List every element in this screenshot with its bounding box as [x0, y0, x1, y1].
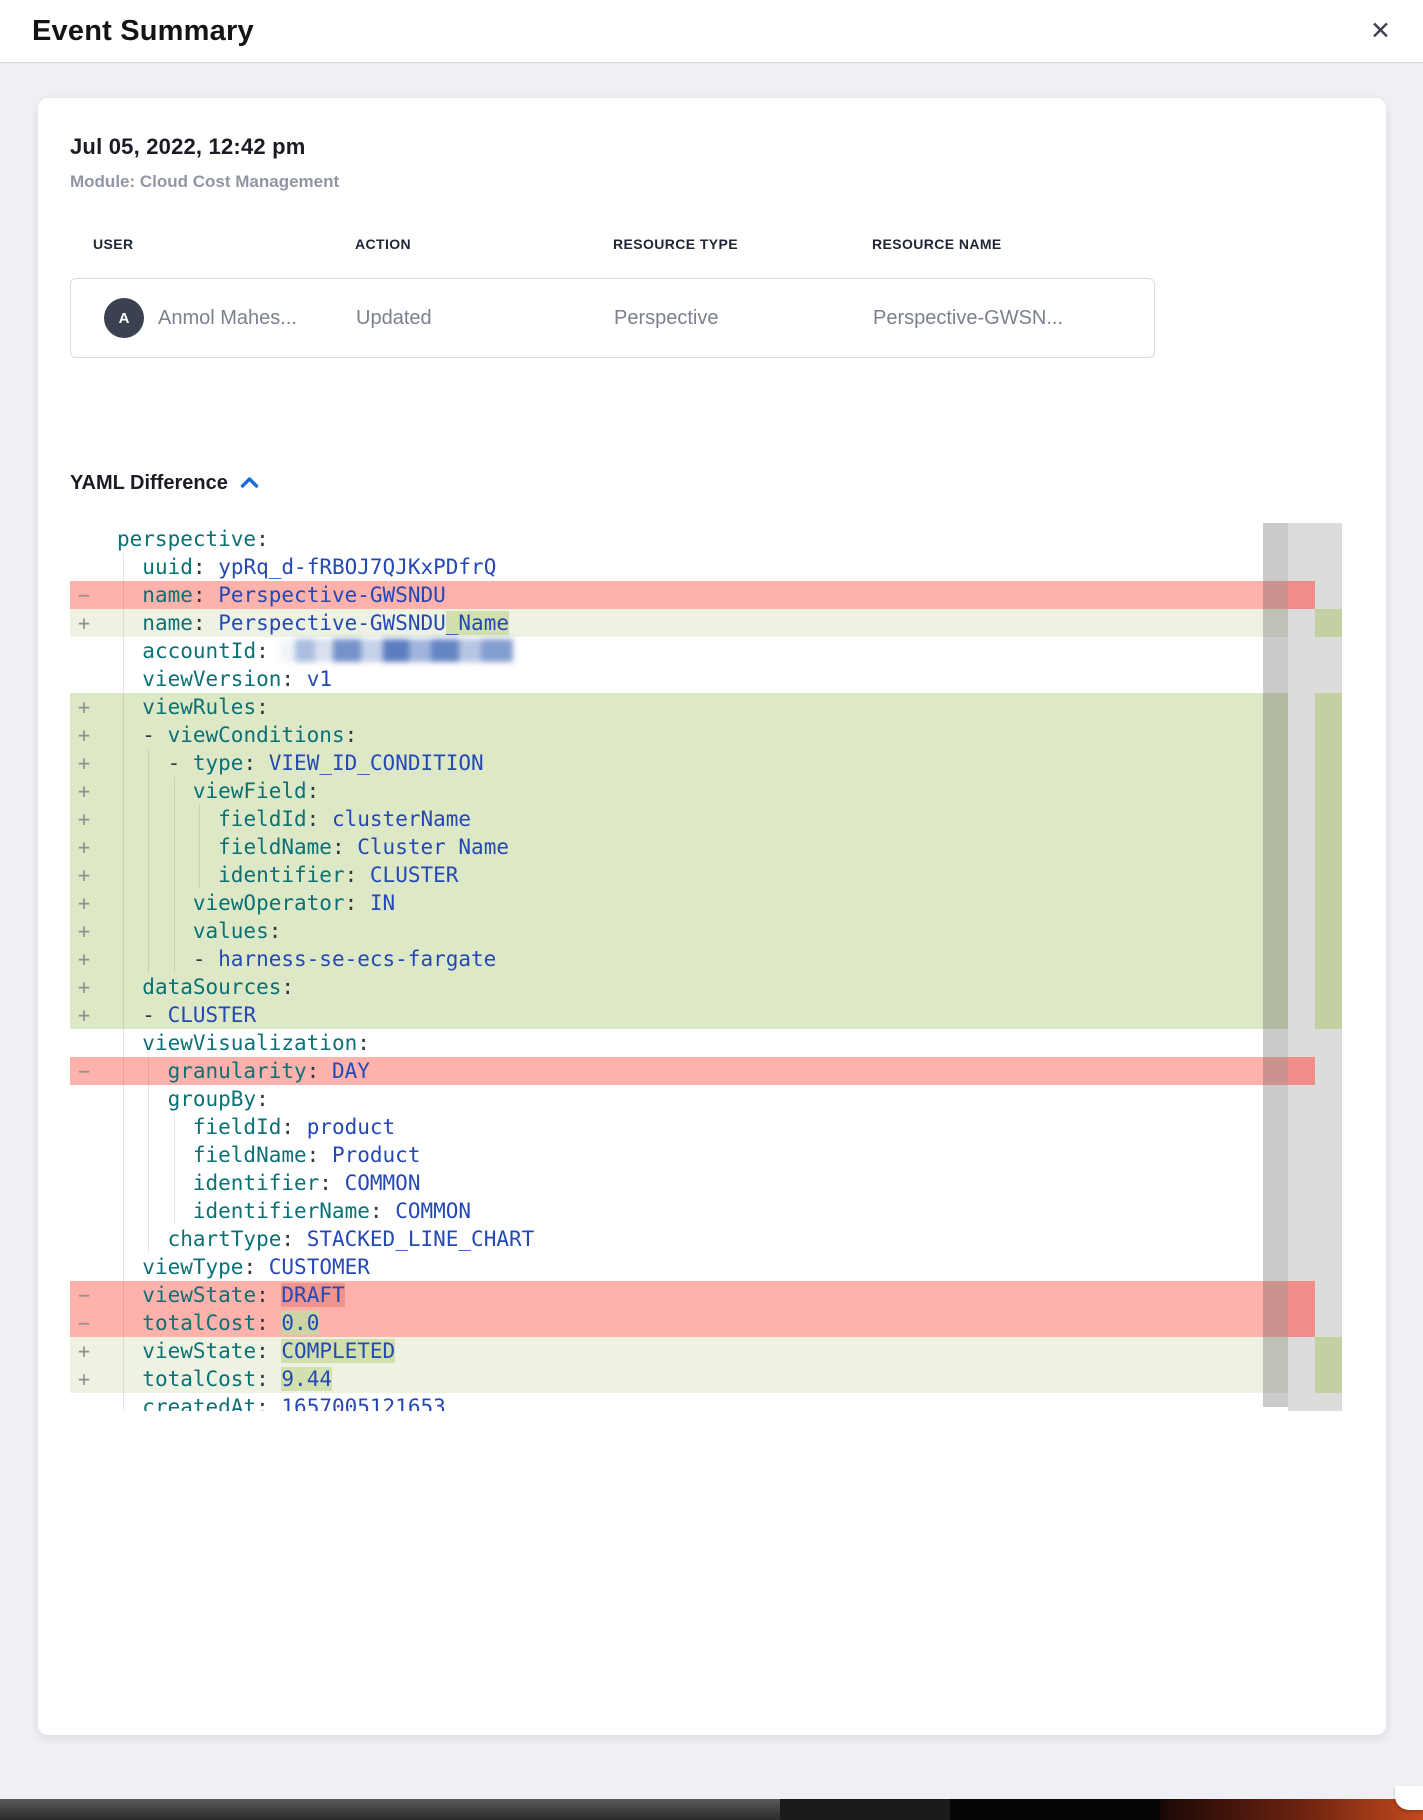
yaml-diff-line: + identifier: CLUSTER: [70, 861, 1288, 889]
page-title: Event Summary: [32, 15, 254, 48]
yaml-diff-line: − totalCost: 0.0: [70, 1309, 1288, 1337]
diff-gutter-sign: +: [78, 889, 90, 917]
yaml-diff-line: + viewOperator: IN: [70, 889, 1288, 917]
diff-overview-ruler: [1288, 523, 1342, 1411]
yaml-diff-line: createdAt: 1657005121653: [70, 1393, 1288, 1411]
table-row: A Anmol Mahes... Updated Perspective Per…: [70, 278, 1155, 358]
yaml-diff-line: − name: Perspective-GWSNDU: [70, 581, 1288, 609]
yaml-diff-line: chartType: STACKED_LINE_CHART: [70, 1225, 1288, 1253]
column-header-user: USER: [93, 236, 355, 252]
diff-gutter-sign: +: [78, 861, 90, 889]
resource-name-cell: Perspective-GWSN...: [873, 307, 1154, 330]
vertical-scrollbar-thumb[interactable]: [1263, 523, 1288, 1407]
yaml-diff-line: groupBy:: [70, 1085, 1288, 1113]
diff-gutter-sign: +: [78, 609, 90, 637]
ruler-deleted-mark: [1288, 1281, 1315, 1337]
yaml-diff-line: + - type: VIEW_ID_CONDITION: [70, 749, 1288, 777]
diff-gutter-sign: +: [78, 1001, 90, 1029]
user-cell: A Anmol Mahes...: [94, 298, 356, 338]
event-timestamp: Jul 05, 2022, 12:42 pm: [70, 134, 1354, 160]
resource-type-cell: Perspective: [614, 307, 873, 330]
yaml-difference-toggle[interactable]: YAML Difference: [70, 472, 1354, 495]
diff-gutter-sign: +: [78, 833, 90, 861]
ruler-added-mark: [1315, 1337, 1342, 1393]
yaml-diff-line: + viewRules:: [70, 693, 1288, 721]
ruler-added-mark: [1315, 609, 1342, 637]
event-card: Jul 05, 2022, 12:42 pm Module: Cloud Cos…: [38, 98, 1386, 1735]
close-icon[interactable]: ✕: [1362, 15, 1399, 48]
yaml-diff-line: fieldName: Product: [70, 1141, 1288, 1169]
yaml-diff-line: + fieldId: clusterName: [70, 805, 1288, 833]
yaml-diff-line: + values:: [70, 917, 1288, 945]
chevron-up-icon[interactable]: [240, 476, 259, 494]
diff-gutter-sign: +: [78, 917, 90, 945]
diff-gutter-sign: −: [78, 1057, 90, 1085]
column-header-resource-name: RESOURCE NAME: [872, 236, 1155, 252]
yaml-diff-line: + dataSources:: [70, 973, 1288, 1001]
yaml-diff-lines: perspective: uuid: ypRq_d-fRBOJ7QJKxPDfr…: [70, 525, 1342, 1411]
audit-table-header: USER ACTION RESOURCE TYPE RESOURCE NAME: [70, 236, 1155, 252]
diff-gutter-sign: +: [78, 777, 90, 805]
yaml-diff-line: − viewState: DRAFT: [70, 1281, 1288, 1309]
background-page-strip: [0, 1799, 1423, 1820]
user-name: Anmol Mahes...: [158, 307, 297, 330]
yaml-diff-line: identifier: COMMON: [70, 1169, 1288, 1197]
diff-gutter-sign: +: [78, 721, 90, 749]
yaml-diff-line: viewVersion: v1: [70, 665, 1288, 693]
yaml-diff-line: fieldId: product: [70, 1113, 1288, 1141]
yaml-diff-line: + viewField:: [70, 777, 1288, 805]
ruler-deleted-mark: [1288, 1057, 1315, 1085]
yaml-diff-line: + fieldName: Cluster Name: [70, 833, 1288, 861]
column-header-action: ACTION: [355, 236, 613, 252]
yaml-diff-line: + name: Perspective-GWSNDU_Name: [70, 609, 1288, 637]
yaml-diff-line: − granularity: DAY: [70, 1057, 1288, 1085]
diff-gutter-sign: +: [78, 1337, 90, 1365]
yaml-diff-line: + viewState: COMPLETED: [70, 1337, 1288, 1365]
ruler-added-mark: [1315, 693, 1342, 1029]
diff-gutter-sign: +: [78, 805, 90, 833]
diff-gutter-sign: −: [78, 581, 90, 609]
diff-gutter-sign: +: [78, 973, 90, 1001]
yaml-diff-line: viewVisualization:: [70, 1029, 1288, 1057]
ruler-deleted-mark: [1288, 581, 1315, 609]
diff-gutter-sign: +: [78, 749, 90, 777]
yaml-diff-line: + - harness-se-ecs-fargate: [70, 945, 1288, 973]
action-cell: Updated: [356, 307, 614, 330]
yaml-diff-editor[interactable]: perspective: uuid: ypRq_d-fRBOJ7QJKxPDfr…: [70, 513, 1342, 1411]
yaml-diff-line: + - viewConditions:: [70, 721, 1288, 749]
diff-gutter-sign: −: [78, 1309, 90, 1337]
yaml-diff-line: identifierName: COMMON: [70, 1197, 1288, 1225]
event-summary-header: Event Summary ✕: [0, 0, 1423, 63]
yaml-diff-line: viewType: CUSTOMER: [70, 1253, 1288, 1281]
yaml-difference-label: YAML Difference: [70, 472, 228, 495]
yaml-diff-line: + totalCost: 9.44: [70, 1365, 1288, 1393]
background-card-corner: [1395, 1786, 1423, 1810]
yaml-diff-line: uuid: ypRq_d-fRBOJ7QJKxPDfrQ: [70, 553, 1288, 581]
event-module: Module: Cloud Cost Management: [70, 172, 1354, 192]
redacted-account-id: [281, 639, 513, 662]
diff-gutter-sign: +: [78, 693, 90, 721]
audit-table: USER ACTION RESOURCE TYPE RESOURCE NAME …: [70, 236, 1155, 358]
avatar: A: [104, 298, 144, 338]
diff-gutter-sign: +: [78, 1365, 90, 1393]
column-header-resource-type: RESOURCE TYPE: [613, 236, 872, 252]
yaml-diff-line: perspective:: [70, 525, 1288, 553]
diff-gutter-sign: +: [78, 945, 90, 973]
yaml-diff-line: accountId:: [70, 637, 1288, 665]
yaml-diff-line: + - CLUSTER: [70, 1001, 1288, 1029]
diff-gutter-sign: −: [78, 1281, 90, 1309]
